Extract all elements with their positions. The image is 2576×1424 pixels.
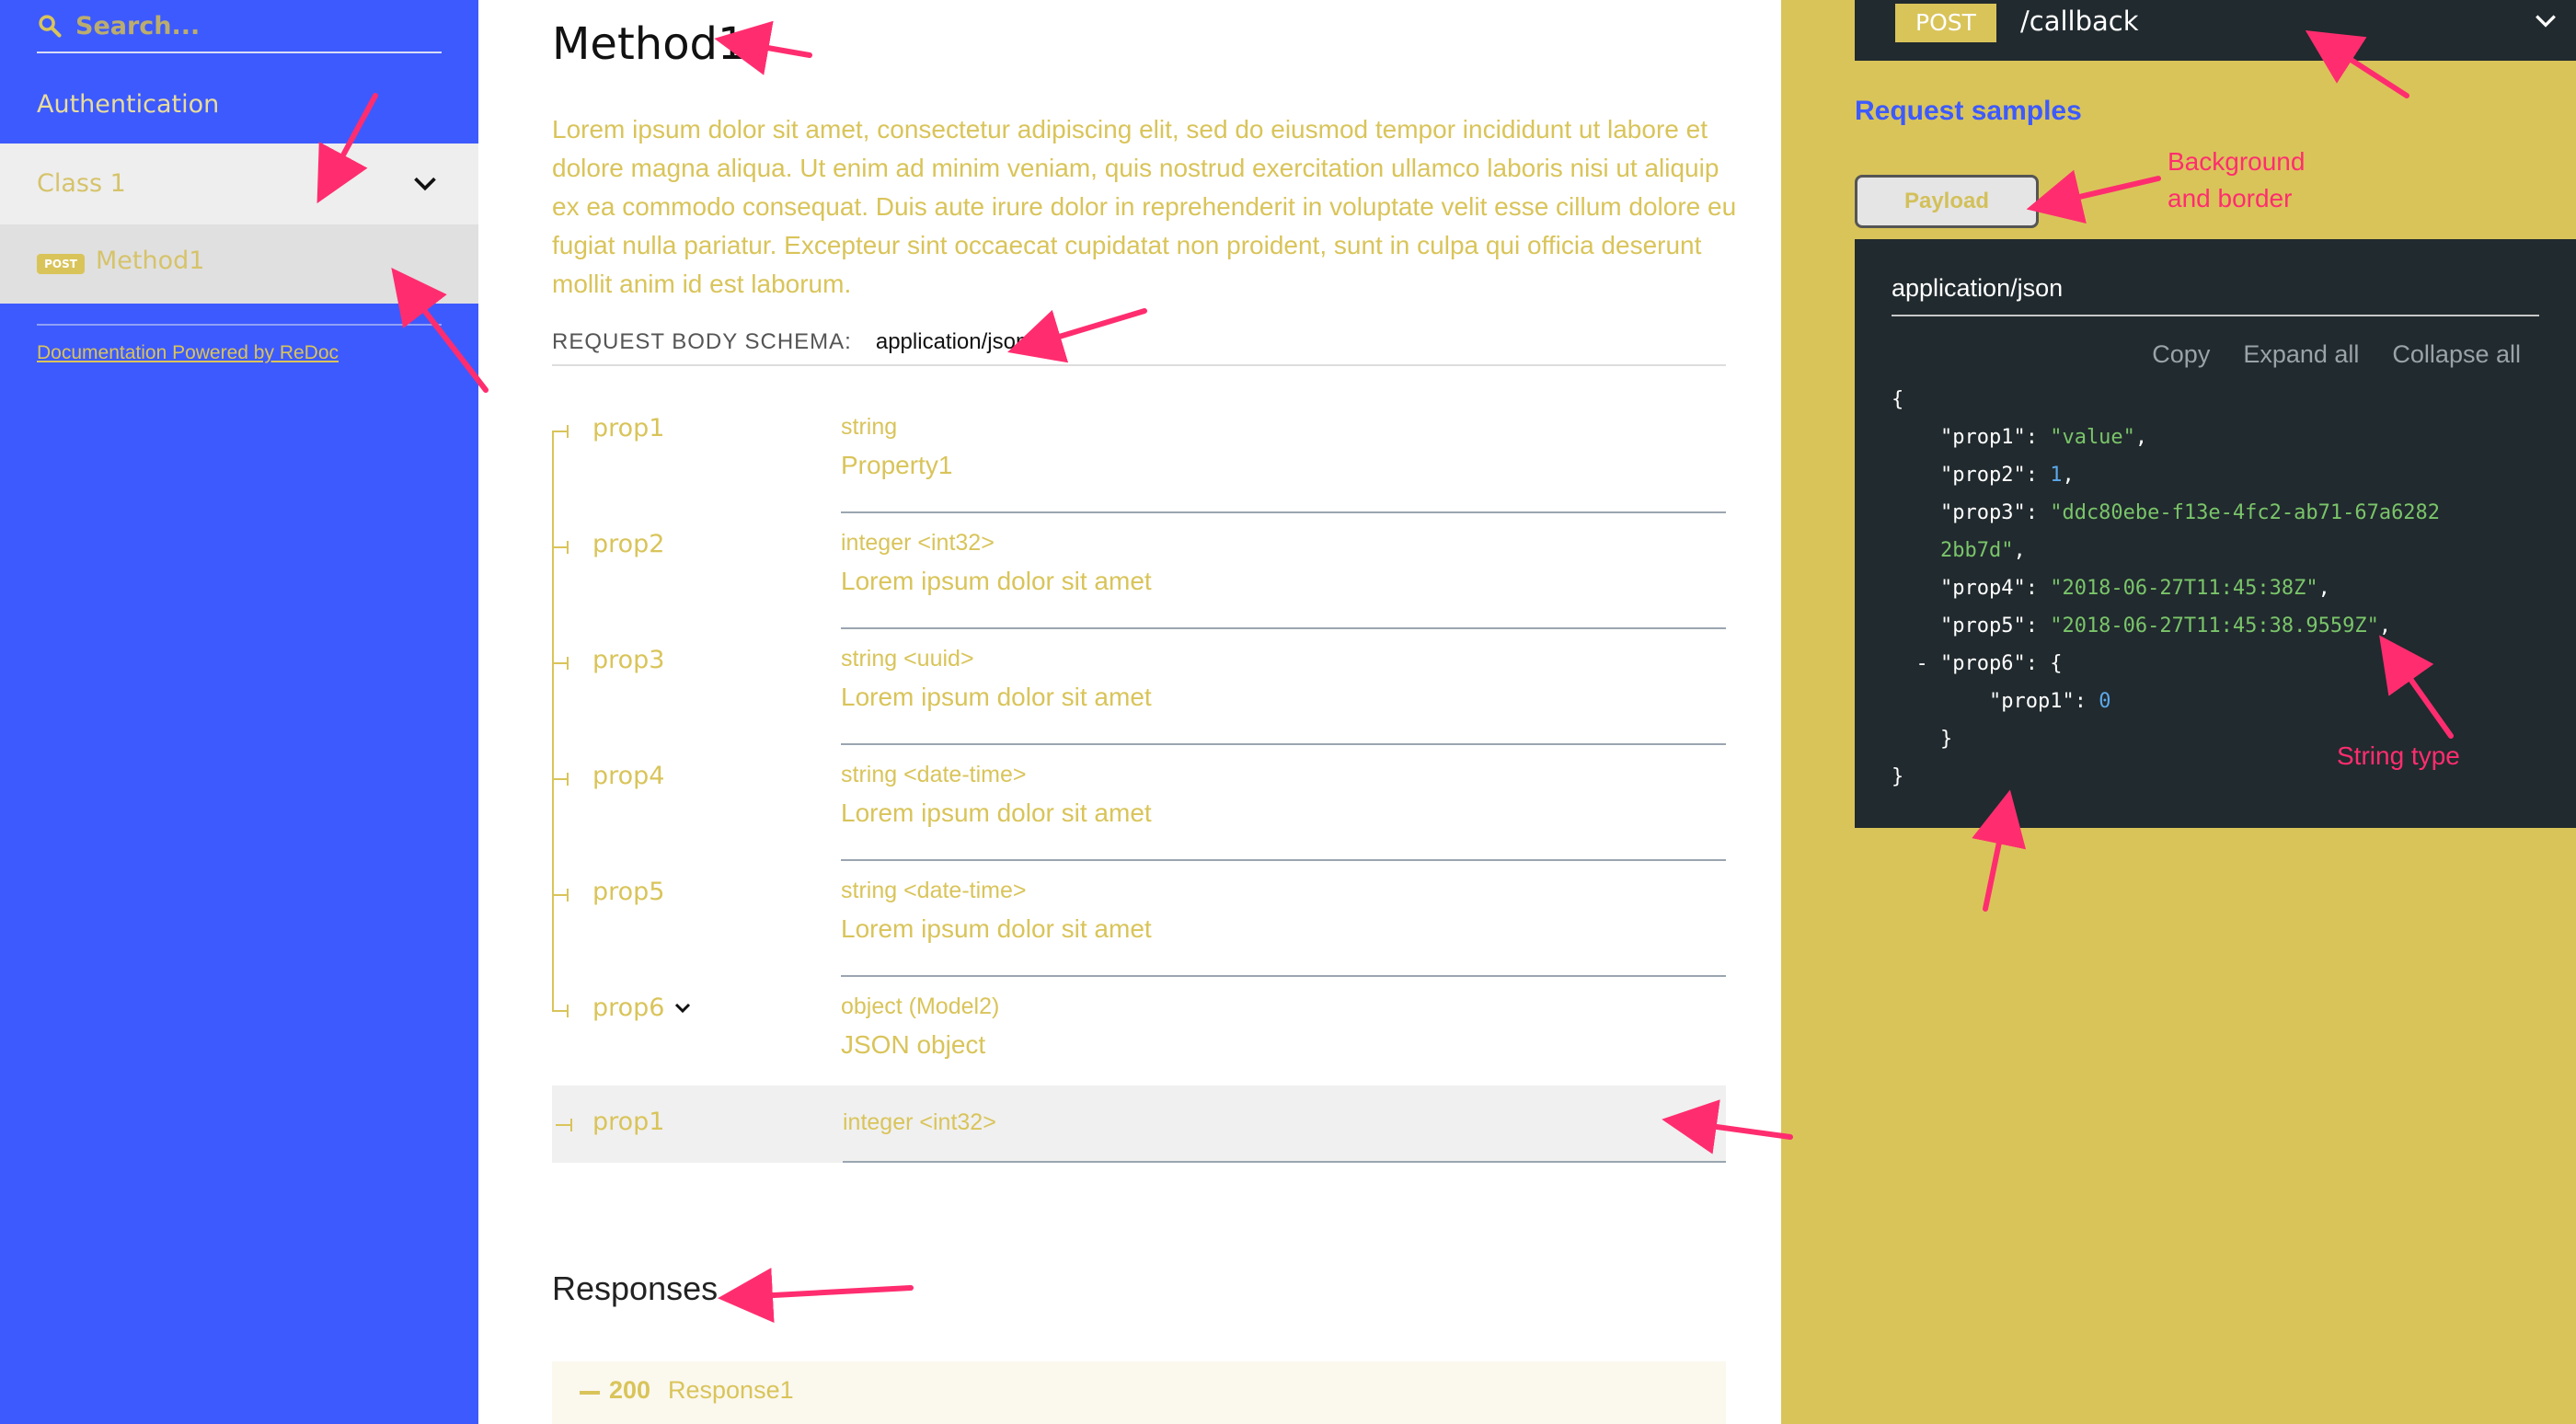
schema-property-row: prop3 string <uuid> Lorem ipsum dolor si… (552, 629, 1726, 745)
json-key: "prop2" (1939, 464, 2026, 487)
chevron-down-icon (414, 177, 436, 191)
schema-property-row: prop5 string <date-time> Lorem ipsum dol… (552, 861, 1726, 977)
operation-description: Lorem ipsum dolor sit amet, consectetur … (552, 115, 1737, 298)
json-string-value: "2018-06-27T11:45:38Z" (2050, 577, 2318, 600)
response-200-toggle[interactable]: 200 Response1 (552, 1361, 1726, 1424)
json-string-value: "value" (2050, 426, 2135, 449)
property-type: string <date-time> (841, 878, 1027, 903)
search-input[interactable] (74, 6, 432, 46)
endpoint-path: /callback (2020, 6, 2139, 37)
sidebar: Authentication Class 1 POST Method1 Docu… (0, 0, 478, 1424)
json-brace: } (1892, 765, 1904, 788)
endpoint-toggle[interactable]: POST /callback (1855, 0, 2576, 61)
property-name: prop2 (592, 530, 665, 558)
json-key: "prop1" (1988, 690, 2075, 713)
property-description: Property1 (841, 451, 953, 479)
operation-content: Method1 Lorem ipsum dolor sit amet, cons… (478, 0, 1781, 1424)
response-code: 200 (609, 1376, 651, 1404)
json-key: "prop1" (1939, 426, 2026, 449)
responses-heading: Responses (552, 1269, 719, 1307)
search-icon (39, 15, 62, 38)
annotation-line: Background (2168, 147, 2306, 176)
property-description: Lorem ipsum dolor sit amet (841, 798, 1152, 827)
json-sample: { "prop1": "value", "prop2": 1, "prop3":… (1892, 388, 2441, 788)
sidebar-item-label: Class 1 (37, 169, 126, 198)
json-number-value: 1 (2050, 464, 2063, 487)
sidebar-item-authentication[interactable]: Authentication (0, 77, 478, 132)
schema-property-row: prop2 integer <int32> Lorem ipsum dolor … (552, 513, 1726, 629)
property-type: string (841, 414, 898, 440)
annotation-line: and border (2168, 184, 2293, 212)
json-brace: { (1892, 388, 1904, 411)
collapse-all-button[interactable]: Collapse all (2392, 340, 2521, 368)
sidebar-divider (37, 324, 442, 326)
http-method-badge: POST (37, 254, 85, 274)
property-name: prop1 (592, 414, 665, 442)
json-key: "prop5" (1939, 614, 2026, 637)
sidebar-item-method1[interactable]: POST Method1 (0, 224, 478, 304)
property-name[interactable]: prop6 (592, 993, 664, 1022)
property-type: integer <int32> (841, 530, 995, 556)
property-type: string <date-time> (841, 762, 1027, 787)
schema-property-row-prop6[interactable]: prop6 object (Model2) JSON object (552, 977, 1726, 1093)
response-name: Response1 (668, 1376, 794, 1404)
property-description: Lorem ipsum dolor sit amet (841, 567, 1152, 595)
property-type: integer <int32> (843, 1109, 996, 1135)
json-string-value: 2bb7d" (1939, 539, 2014, 562)
tree-branch (552, 773, 569, 786)
json-string-value: "ddc80ebe-f13e-4fc2-ab71-67a6282 (2050, 501, 2441, 524)
property-name: prop4 (592, 762, 665, 790)
sidebar-item-class-1[interactable]: Class 1 (0, 144, 478, 224)
property-name: prop3 (592, 646, 665, 674)
json-number-value: 0 (2099, 690, 2111, 713)
json-key: "prop6" (1940, 652, 2026, 675)
schema-content-type: application/json (875, 329, 1029, 354)
sample-code-panel: application/json Copy Expand all Collapse … (1855, 239, 2576, 828)
tree-branch (552, 1005, 569, 1017)
schema-property-row: prop4 string <date-time> Lorem ipsum dol… (552, 745, 1726, 861)
sample-actions: Copy Expand all Collapse all (2119, 340, 2521, 369)
annotation-background-border: Background and border (2168, 144, 2305, 217)
request-body-schema-header: REQUEST BODY SCHEMA: application/json (552, 329, 1726, 366)
sidebar-item-label: Authentication (37, 90, 220, 119)
property-name: prop1 (592, 1108, 665, 1136)
http-method-badge: POST (1895, 4, 1996, 42)
nested-property-row: prop1 integer <int32> (552, 1085, 1726, 1163)
property-description: Lorem ipsum dolor sit amet (841, 683, 1152, 711)
chevron-down-icon[interactable] (673, 1001, 692, 1016)
property-description: JSON object (841, 1030, 986, 1059)
tree-branch (552, 541, 569, 554)
annotation-string-type: String type (2337, 741, 2460, 770)
schema-property-row: prop1 string Property1 (552, 397, 1726, 513)
tree-branch (552, 889, 569, 901)
tree-branch (556, 1119, 572, 1131)
property-description: Lorem ipsum dolor sit amet (841, 914, 1152, 943)
property-type: string <uuid> (841, 646, 974, 672)
powered-by-redoc-link[interactable]: Documentation Powered by ReDoc (37, 342, 339, 364)
chevron-down-icon (2536, 15, 2556, 28)
property-type: object (Model2) (841, 993, 1000, 1019)
expand-all-button[interactable]: Expand all (2243, 340, 2359, 368)
property-name: prop5 (592, 878, 665, 906)
tree-branch (552, 425, 569, 438)
schema-label: REQUEST BODY SCHEMA: (552, 329, 852, 354)
content-type-select[interactable]: application/json (1892, 274, 2539, 316)
collapse-icon (580, 1391, 600, 1395)
json-collapse-toggle[interactable]: - (1916, 652, 1928, 675)
row-divider (843, 1161, 1726, 1163)
json-brace: } (1939, 728, 1953, 751)
sidebar-item-label: Method1 (96, 247, 205, 275)
tab-payload[interactable]: Payload (1855, 175, 2039, 228)
copy-button[interactable]: Copy (2152, 340, 2210, 368)
tree-branch (552, 657, 569, 670)
request-samples-heading: Request samples (1855, 96, 2082, 126)
json-key: "prop3" (1939, 501, 2026, 524)
json-key: "prop4" (1939, 577, 2026, 600)
page-title: Method1 (552, 18, 746, 70)
search-box[interactable] (37, 0, 442, 53)
json-string-value: "2018-06-27T11:45:38.9559Z" (2050, 614, 2379, 637)
